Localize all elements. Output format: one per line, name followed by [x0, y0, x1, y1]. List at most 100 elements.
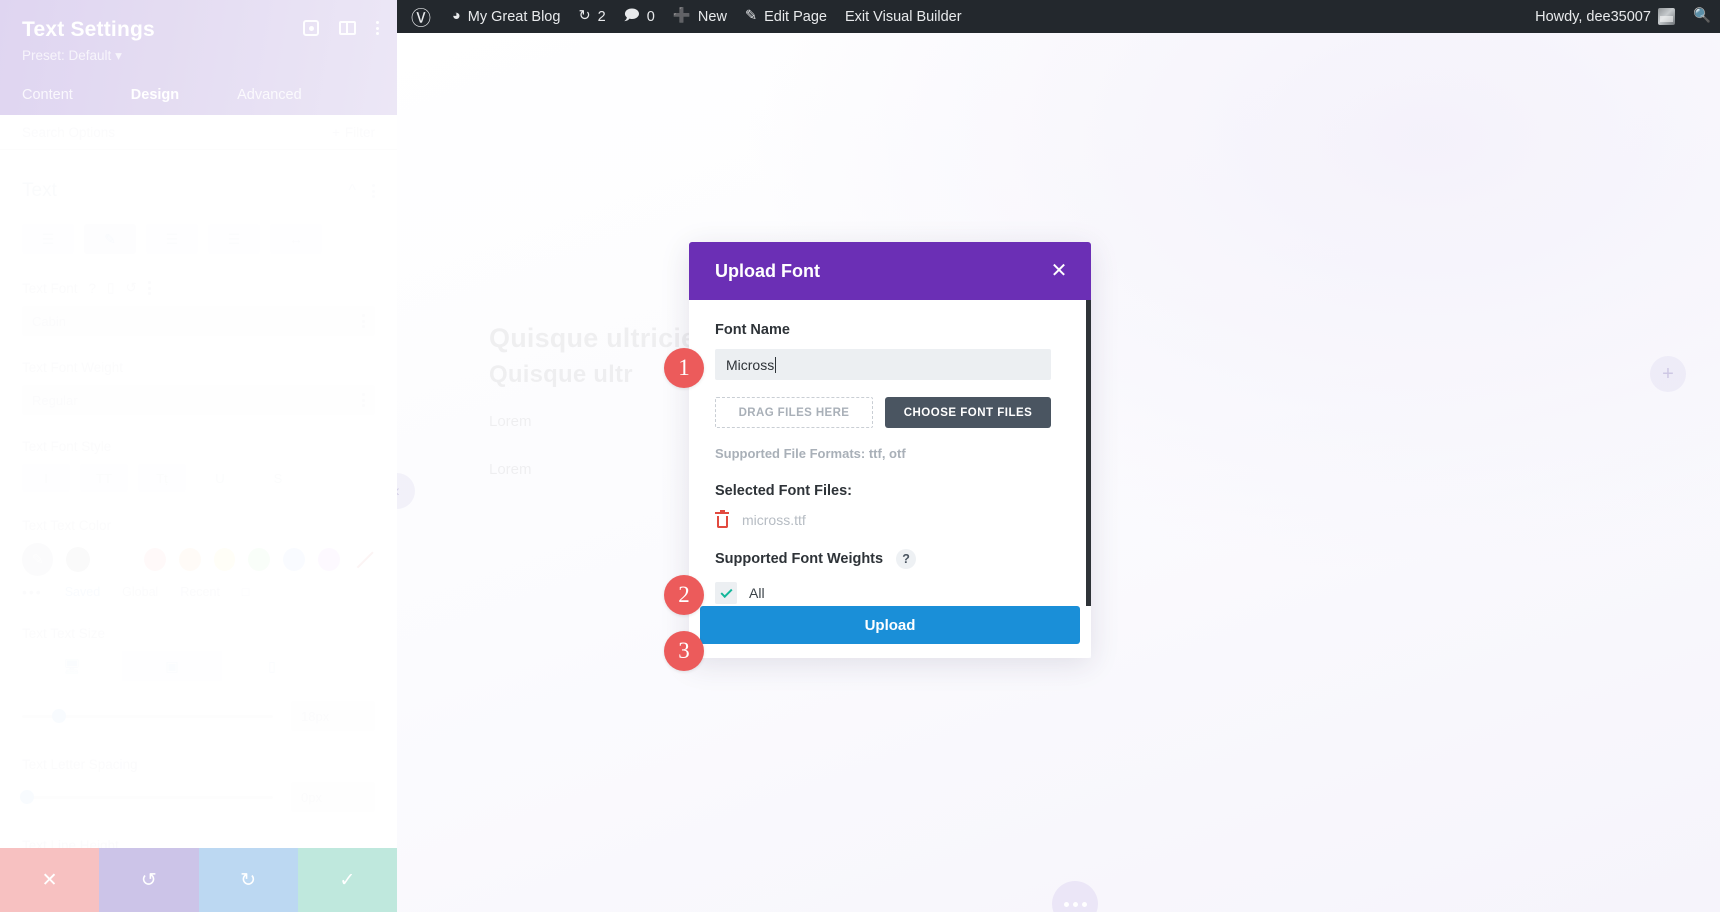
underline-icon[interactable]: U	[196, 464, 244, 492]
font-name-input[interactable]: Micross	[715, 349, 1051, 380]
text-highlight-icon[interactable]: ✎	[84, 224, 136, 254]
tab-content[interactable]: Content	[22, 87, 73, 115]
chevron-down-icon: ▾	[115, 48, 122, 63]
dot-icon	[1072, 901, 1078, 907]
wp-admin-bar: Ⓥ ◕ My Great Blog ↻ 2 🗩 0 ➕ New ✎ Edit P…	[397, 0, 1720, 33]
color-tab-saved[interactable]: Saved	[65, 585, 100, 599]
chevron-left-icon: ‹	[397, 481, 400, 501]
text-font-select[interactable]: Cabin	[22, 306, 375, 336]
color-swatch-row: ✎	[22, 543, 375, 576]
kebab-menu-icon[interactable]	[147, 281, 151, 295]
preset-selector[interactable]: Preset: Default ▾	[22, 48, 375, 64]
align-justify-icon[interactable]: ↔	[270, 224, 322, 254]
adminbar-account[interactable]: Howdy, dee35007	[1526, 0, 1684, 33]
chevron-up-icon[interactable]: ^	[348, 182, 356, 200]
adminbar-edit-page[interactable]: ✎ Edit Page	[736, 0, 836, 33]
eyedropper-icon[interactable]: ✎	[22, 543, 54, 576]
color-swatch[interactable]	[143, 548, 166, 571]
font-name-value: Micross	[726, 356, 775, 373]
text-font-weight-select[interactable]: Regular	[22, 385, 375, 415]
reset-icon[interactable]: ↺	[125, 280, 136, 296]
focus-mode-icon[interactable]	[303, 20, 319, 36]
adminbar-exit-visual-builder[interactable]: Exit Visual Builder	[836, 0, 971, 33]
redo-button[interactable]: ↻	[198, 848, 298, 912]
filter-button[interactable]: + Filter	[332, 125, 375, 140]
updates-count: 2	[597, 8, 606, 25]
canvas-add-module-button[interactable]: +	[1650, 356, 1686, 392]
tab-advanced[interactable]: Advanced	[237, 87, 302, 115]
sidebar-body: Text ^ ☰ ✎ ☰ ☰ ↔ Text Font ? ▯ ↺ Cabin T…	[0, 150, 397, 853]
phone-icon[interactable]: ▯	[222, 651, 322, 681]
tablet-icon[interactable]: ▣	[122, 651, 222, 681]
color-tab-global[interactable]: Global	[122, 585, 158, 599]
color-source-tabs: ••• Saved Global Recent □	[22, 584, 375, 600]
uppercase-icon[interactable]: TT	[80, 464, 128, 492]
trash-icon[interactable]	[715, 510, 729, 528]
text-font-style-label: Text Font Style	[22, 439, 112, 454]
site-name-label: My Great Blog	[467, 8, 561, 25]
letter-spacing-slider[interactable]	[19, 790, 273, 804]
filter-label: Filter	[345, 124, 375, 140]
smallcaps-icon[interactable]: Tṭ	[138, 464, 186, 492]
plus-icon: ➕	[672, 8, 691, 25]
align-center-icon[interactable]: ☰	[146, 224, 198, 254]
text-font-value: Cabin	[32, 313, 66, 329]
search-input[interactable]: Search Options	[22, 125, 115, 140]
color-swatch[interactable]	[318, 548, 341, 571]
scrollbar-thumb[interactable]	[1086, 300, 1091, 606]
letter-spacing-value[interactable]: 0px	[291, 782, 375, 812]
adminbar-comments[interactable]: 🗩 0	[615, 0, 664, 33]
adminbar-updates[interactable]: ↻ 2	[569, 0, 614, 33]
checkbox-all[interactable]	[715, 582, 737, 604]
close-icon[interactable]: ✕	[1046, 258, 1072, 284]
modal-header: Upload Font ✕	[689, 242, 1091, 300]
drag-files-dropzone[interactable]: DRAG FILES HERE	[715, 397, 873, 428]
align-right-icon[interactable]: ☰	[208, 224, 260, 254]
text-size-slider[interactable]	[22, 709, 273, 723]
slider-knob[interactable]	[52, 709, 67, 723]
selected-file-name: micross.ttf	[742, 512, 806, 528]
section-header-text: Text ^	[22, 150, 375, 224]
text-size-value[interactable]: 18px	[291, 701, 375, 731]
modal-body: Font Name Micross DRAG FILES HERE CHOOSE…	[689, 300, 1091, 606]
panel-layout-icon[interactable]	[339, 21, 356, 35]
adminbar-site-name[interactable]: ◕ My Great Blog	[443, 0, 569, 33]
modal-scrollbar[interactable]	[1086, 300, 1091, 606]
comments-count: 0	[646, 8, 655, 25]
upload-button[interactable]: Upload	[700, 606, 1080, 644]
choose-font-files-button[interactable]: CHOOSE FONT FILES	[885, 397, 1051, 428]
upload-font-modal: Upload Font ✕ Font Name Micross DRAG FIL…	[689, 242, 1091, 658]
adminbar-new[interactable]: ➕ New	[664, 0, 736, 33]
letter-spacing-label: Text Letter Spacing	[22, 757, 138, 772]
section-title: Text	[22, 180, 57, 201]
align-left-icon[interactable]: ☰	[22, 224, 74, 254]
kebab-menu-icon[interactable]	[372, 184, 375, 198]
italic-icon[interactable]: I	[22, 464, 70, 492]
strikethrough-icon[interactable]: S	[254, 464, 302, 492]
undo-button[interactable]: ↺	[99, 848, 199, 912]
mobile-icon[interactable]: ▯	[107, 280, 114, 296]
preset-label: Preset: Default	[22, 48, 112, 63]
weight-option-all[interactable]: All	[715, 582, 1065, 604]
color-swatch[interactable]	[213, 548, 236, 571]
color-swatch[interactable]	[66, 547, 91, 572]
help-icon[interactable]: ?	[89, 281, 97, 296]
cancel-button[interactable]: ✕	[0, 848, 100, 912]
help-icon[interactable]: ?	[896, 549, 917, 569]
more-dots-icon[interactable]: •••	[22, 584, 43, 600]
no-color-icon[interactable]	[353, 548, 375, 571]
step-badge-3: 3	[664, 631, 704, 671]
slider-knob[interactable]	[19, 790, 34, 804]
adminbar-search-button[interactable]: 🔍	[1684, 0, 1720, 33]
kebab-menu-icon[interactable]	[376, 21, 379, 35]
save-button[interactable]: ✓	[297, 848, 397, 912]
tab-design[interactable]: Design	[131, 87, 179, 115]
add-swatch-icon[interactable]: □	[242, 585, 250, 599]
step-badge-1: 1	[664, 348, 704, 388]
color-swatch[interactable]	[248, 548, 271, 571]
color-swatch[interactable]	[178, 548, 201, 571]
desktop-icon[interactable]: 🖥	[22, 651, 122, 681]
color-swatch[interactable]	[283, 548, 306, 571]
wordpress-logo-icon[interactable]: Ⓥ	[397, 0, 443, 33]
color-tab-recent[interactable]: Recent	[180, 585, 220, 599]
